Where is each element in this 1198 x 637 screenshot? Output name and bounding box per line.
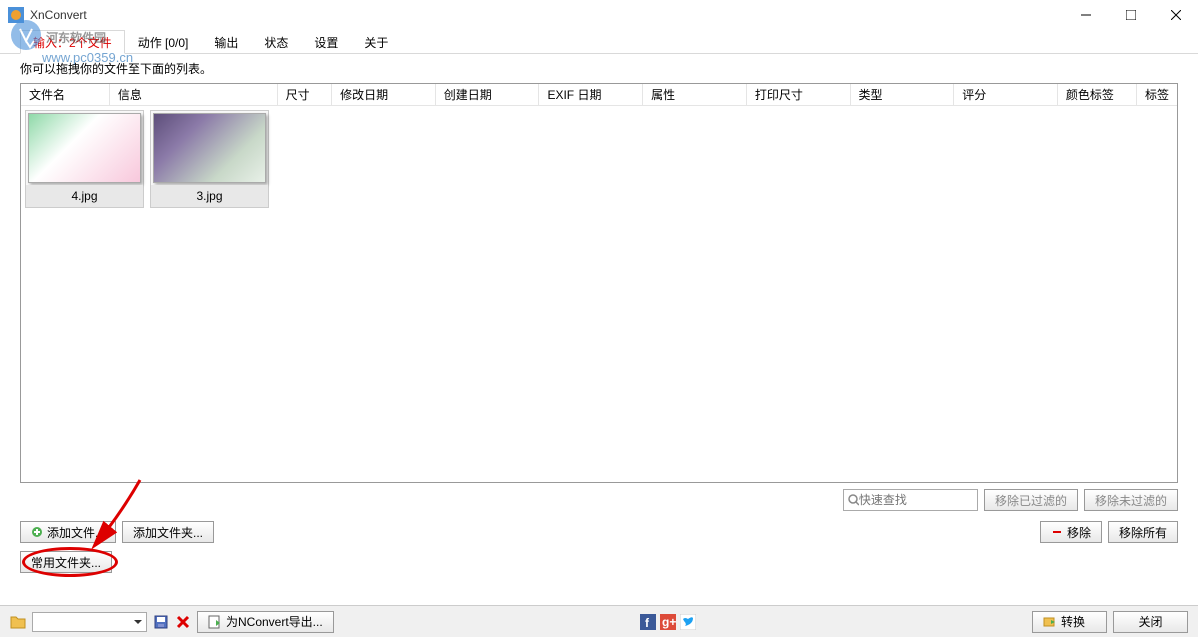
col-printsize[interactable]: 打印尺寸	[747, 84, 851, 105]
twitter-icon[interactable]	[680, 614, 696, 630]
add-files-button[interactable]: 添加文件...	[20, 521, 116, 543]
tab-about[interactable]: 关于	[351, 30, 401, 54]
col-rating[interactable]: 评分	[954, 84, 1058, 105]
col-attributes[interactable]: 属性	[643, 84, 747, 105]
search-input-wrapper[interactable]	[843, 489, 978, 511]
hint-text: 你可以拖拽你的文件至下面的列表。	[0, 54, 1198, 83]
googleplus-icon[interactable]: g+	[660, 614, 676, 630]
file-name-label: 4.jpg	[26, 185, 143, 207]
search-input[interactable]	[859, 493, 973, 507]
tab-input[interactable]: 输入：2个文件	[20, 30, 125, 54]
tab-settings[interactable]: 设置	[301, 30, 351, 54]
folder-icon[interactable]	[10, 614, 26, 630]
plus-icon	[31, 526, 43, 538]
file-item[interactable]: 3.jpg	[150, 110, 269, 208]
maximize-button[interactable]	[1108, 0, 1153, 30]
col-modifydate[interactable]: 修改日期	[332, 84, 436, 105]
app-icon	[8, 7, 24, 23]
convert-button[interactable]: 转换	[1032, 611, 1107, 633]
titlebar: XnConvert	[0, 0, 1198, 30]
remove-filtered-button[interactable]: 移除已过滤的	[984, 489, 1078, 511]
action-row-1: 添加文件... 添加文件夹... 移除 移除所有	[0, 517, 1198, 547]
file-list-area: 文件名 信息 尺寸 修改日期 创建日期 EXIF 日期 属性 打印尺寸 类型 评…	[20, 83, 1178, 483]
convert-icon	[1043, 615, 1057, 629]
save-icon[interactable]	[153, 614, 169, 630]
col-filename[interactable]: 文件名	[21, 84, 110, 105]
column-headers: 文件名 信息 尺寸 修改日期 创建日期 EXIF 日期 属性 打印尺寸 类型 评…	[21, 84, 1177, 106]
thumbnails-area: 4.jpg 3.jpg	[21, 106, 1177, 482]
export-icon	[208, 615, 222, 629]
tab-output[interactable]: 输出	[201, 30, 251, 54]
col-size[interactable]: 尺寸	[278, 84, 332, 105]
col-createdate[interactable]: 创建日期	[436, 84, 540, 105]
action-row-2: 常用文件夹...	[0, 547, 1198, 577]
script-dropdown[interactable]	[32, 612, 147, 632]
add-folder-button[interactable]: 添加文件夹...	[122, 521, 214, 543]
file-item[interactable]: 4.jpg	[25, 110, 144, 208]
close-button[interactable]	[1153, 0, 1198, 30]
delete-icon[interactable]	[175, 614, 191, 630]
bottom-toolbar: 为NConvert导出... f g+ 转换 关闭	[0, 605, 1198, 637]
facebook-icon[interactable]: f	[640, 614, 656, 630]
minimize-button[interactable]	[1063, 0, 1108, 30]
tab-bar: 输入：2个文件 动作 [0/0] 输出 状态 设置 关于	[0, 30, 1198, 54]
svg-text:g+: g+	[662, 615, 676, 629]
social-icons: f g+	[640, 614, 696, 630]
search-icon	[848, 494, 859, 506]
thumbnail-image	[28, 113, 141, 183]
remove-all-button[interactable]: 移除所有	[1108, 521, 1178, 543]
col-info[interactable]: 信息	[110, 84, 278, 105]
thumbnail-image	[153, 113, 266, 183]
remove-unfiltered-button[interactable]: 移除未过滤的	[1084, 489, 1178, 511]
remove-button[interactable]: 移除	[1040, 521, 1102, 543]
col-label[interactable]: 标签	[1137, 84, 1177, 105]
app-title: XnConvert	[30, 8, 1063, 22]
window-controls	[1063, 0, 1198, 30]
col-exifdate[interactable]: EXIF 日期	[539, 84, 643, 105]
file-name-label: 3.jpg	[151, 185, 268, 207]
col-colorlabel[interactable]: 颜色标签	[1058, 84, 1137, 105]
minus-icon	[1051, 526, 1063, 538]
filter-bar: 移除已过滤的 移除未过滤的	[0, 483, 1198, 517]
tab-actions[interactable]: 动作 [0/0]	[125, 30, 202, 54]
common-folders-button[interactable]: 常用文件夹...	[20, 551, 112, 573]
tab-status[interactable]: 状态	[251, 30, 301, 54]
export-nconvert-button[interactable]: 为NConvert导出...	[197, 611, 334, 633]
close-app-button[interactable]: 关闭	[1113, 611, 1188, 633]
col-type[interactable]: 类型	[851, 84, 955, 105]
